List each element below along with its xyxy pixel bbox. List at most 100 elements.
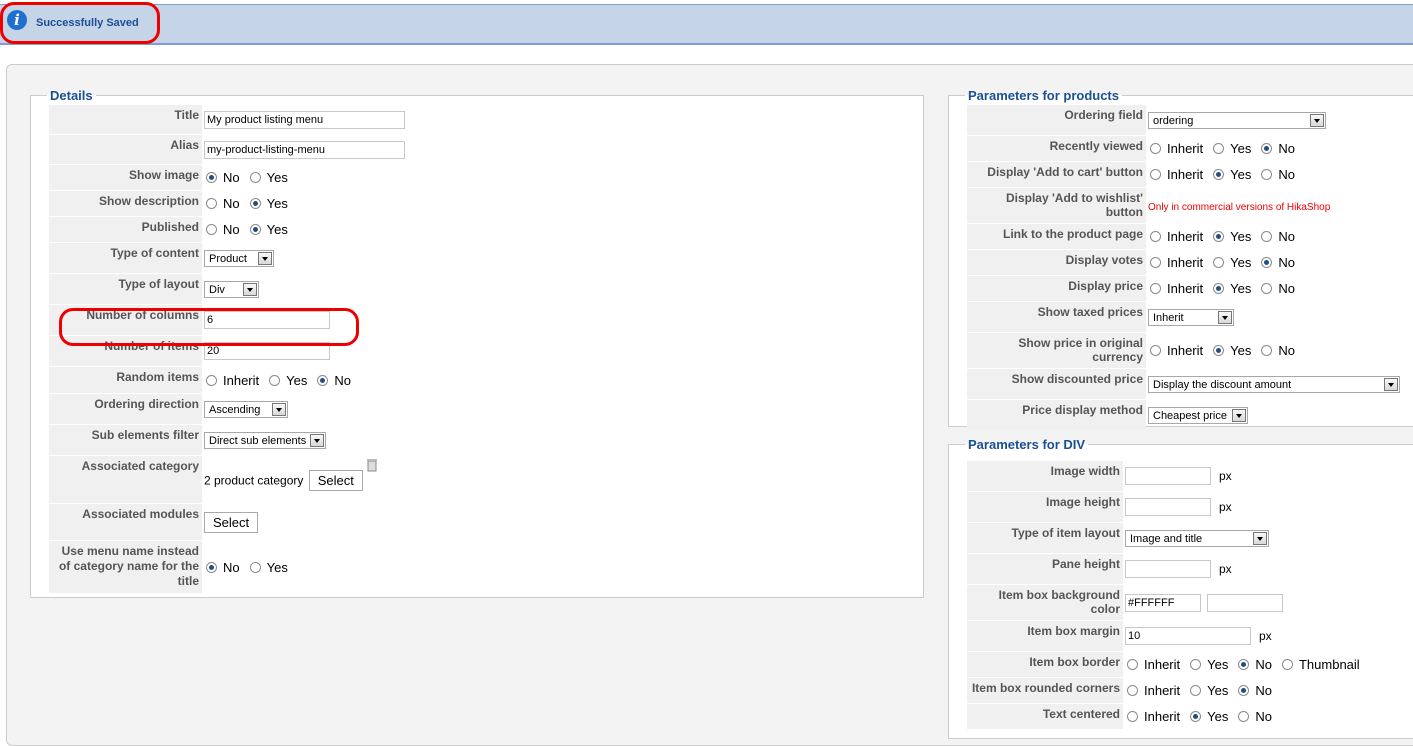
title-label: Title xyxy=(49,105,202,134)
bg-color-preview[interactable] xyxy=(1207,593,1283,612)
chevron-down-icon xyxy=(1218,310,1232,324)
show-image-yes-radio[interactable] xyxy=(249,172,261,184)
assoc-category-select-button[interactable]: Select xyxy=(308,470,363,491)
link-product-yes-radio[interactable] xyxy=(1213,231,1225,243)
display-price-no-radio[interactable] xyxy=(1261,283,1273,295)
show-description-no-radio[interactable] xyxy=(206,198,217,210)
option-label: Yes xyxy=(266,222,288,238)
show-taxed-select[interactable]: Inherit xyxy=(1148,308,1234,326)
products-fieldset: Parameters for products Ordering field o… xyxy=(948,88,1413,430)
option-label: No xyxy=(1255,709,1272,725)
option-label: Inherit xyxy=(1167,167,1204,183)
original-currency-no-radio[interactable] xyxy=(1261,345,1273,357)
random-items-no-radio[interactable] xyxy=(317,374,329,386)
item-layout-select[interactable]: Image and title xyxy=(1125,529,1269,547)
num-columns-input[interactable] xyxy=(204,311,330,329)
unit-label: px xyxy=(1259,629,1272,643)
unit-label: px xyxy=(1219,500,1232,514)
display-price-yes-radio[interactable] xyxy=(1213,283,1225,295)
recently-viewed-inherit-radio[interactable] xyxy=(1150,143,1161,155)
select-value: Image and title xyxy=(1130,532,1203,545)
option-label: No xyxy=(1278,343,1295,359)
alias-label: Alias xyxy=(49,135,202,164)
image-height-input[interactable] xyxy=(1125,498,1211,516)
num-items-input[interactable] xyxy=(204,342,330,360)
type-content-select[interactable]: Product xyxy=(204,249,274,267)
random-items-inherit-radio[interactable] xyxy=(206,374,217,386)
recently-viewed-no-radio[interactable] xyxy=(1261,143,1273,155)
use-menu-name-yes-radio[interactable] xyxy=(249,561,261,573)
option-label: Yes xyxy=(1207,709,1229,725)
option-label: Inherit xyxy=(1144,657,1181,673)
border-inherit-radio[interactable] xyxy=(1127,659,1138,671)
display-price-inherit-radio[interactable] xyxy=(1150,283,1161,295)
chevron-down-icon xyxy=(1384,377,1398,391)
option-label: Yes xyxy=(1230,255,1252,271)
commercial-note: Only in commercial versions of HikaShop xyxy=(1148,201,1331,213)
published-yes-radio[interactable] xyxy=(249,224,261,236)
ordering-field-select[interactable]: ordering xyxy=(1148,111,1326,129)
centered-no-radio[interactable] xyxy=(1238,711,1250,723)
unit-label: px xyxy=(1219,562,1232,576)
margin-label: Item box margin xyxy=(967,621,1123,651)
products-table: Ordering field ordering Recently viewed … xyxy=(967,104,1400,431)
border-no-radio[interactable] xyxy=(1238,659,1250,671)
centered-yes-radio[interactable] xyxy=(1190,711,1202,723)
ordering-field-label: Ordering field xyxy=(967,105,1146,135)
chevron-down-icon xyxy=(1232,408,1246,422)
price-method-select[interactable]: Cheapest price xyxy=(1148,406,1248,424)
rounded-yes-radio[interactable] xyxy=(1190,685,1202,697)
border-thumbnail-radio[interactable] xyxy=(1281,659,1293,671)
assoc-category-label: Associated category xyxy=(49,456,202,503)
centered-label: Text centered xyxy=(967,704,1123,729)
option-label: No xyxy=(1278,281,1295,297)
add-to-cart-yes-radio[interactable] xyxy=(1213,169,1225,181)
display-votes-inherit-radio[interactable] xyxy=(1150,257,1161,269)
div-legend: Parameters for DIV xyxy=(968,437,1086,452)
select-value: Cheapest price xyxy=(1153,409,1227,422)
pane-height-input[interactable] xyxy=(1125,560,1211,578)
ordering-direction-label: Ordering direction xyxy=(49,394,202,424)
ordering-direction-select[interactable]: Ascending xyxy=(204,400,288,418)
recently-viewed-yes-radio[interactable] xyxy=(1213,143,1225,155)
use-menu-name-no-radio[interactable] xyxy=(206,561,217,573)
details-legend: Details xyxy=(50,88,93,103)
select-value: ordering xyxy=(1153,114,1194,127)
random-items-label: Random items xyxy=(49,367,202,393)
link-product-inherit-radio[interactable] xyxy=(1150,231,1161,243)
link-product-no-radio[interactable] xyxy=(1261,231,1273,243)
original-currency-inherit-radio[interactable] xyxy=(1150,345,1161,357)
show-description-yes-radio[interactable] xyxy=(249,198,261,210)
image-width-input[interactable] xyxy=(1125,467,1211,485)
rounded-no-radio[interactable] xyxy=(1238,685,1250,697)
div-fieldset: Parameters for DIV Image width px Image … xyxy=(948,437,1413,739)
add-to-cart-inherit-radio[interactable] xyxy=(1150,169,1161,181)
title-input[interactable] xyxy=(204,110,405,129)
image-width-label: Image width xyxy=(967,461,1123,491)
unit-label: px xyxy=(1219,469,1232,483)
random-items-yes-radio[interactable] xyxy=(269,374,281,386)
option-label: No xyxy=(223,170,240,186)
original-currency-yes-radio[interactable] xyxy=(1213,345,1225,357)
option-label: No xyxy=(1278,141,1295,157)
discounted-select[interactable]: Display the discount amount xyxy=(1148,375,1400,393)
bg-color-input[interactable] xyxy=(1125,593,1201,612)
sub-filter-select[interactable]: Direct sub elements xyxy=(204,431,326,449)
alias-input[interactable] xyxy=(204,140,405,159)
assoc-category-value: 2 product category xyxy=(204,473,304,488)
trash-icon[interactable] xyxy=(366,458,378,472)
discounted-label: Show discounted price xyxy=(967,369,1146,399)
border-yes-radio[interactable] xyxy=(1190,659,1202,671)
type-layout-select[interactable]: Div xyxy=(204,280,259,298)
rounded-inherit-radio[interactable] xyxy=(1127,685,1138,697)
type-layout-label: Type of layout xyxy=(49,274,202,304)
margin-input[interactable] xyxy=(1125,627,1251,645)
chevron-down-icon xyxy=(1310,113,1324,127)
add-to-cart-no-radio[interactable] xyxy=(1261,169,1273,181)
published-no-radio[interactable] xyxy=(206,224,217,236)
display-votes-no-radio[interactable] xyxy=(1261,257,1273,269)
centered-inherit-radio[interactable] xyxy=(1127,711,1138,723)
assoc-modules-select-button[interactable]: Select xyxy=(204,511,259,533)
show-image-no-radio[interactable] xyxy=(206,172,217,184)
display-votes-yes-radio[interactable] xyxy=(1213,257,1225,269)
